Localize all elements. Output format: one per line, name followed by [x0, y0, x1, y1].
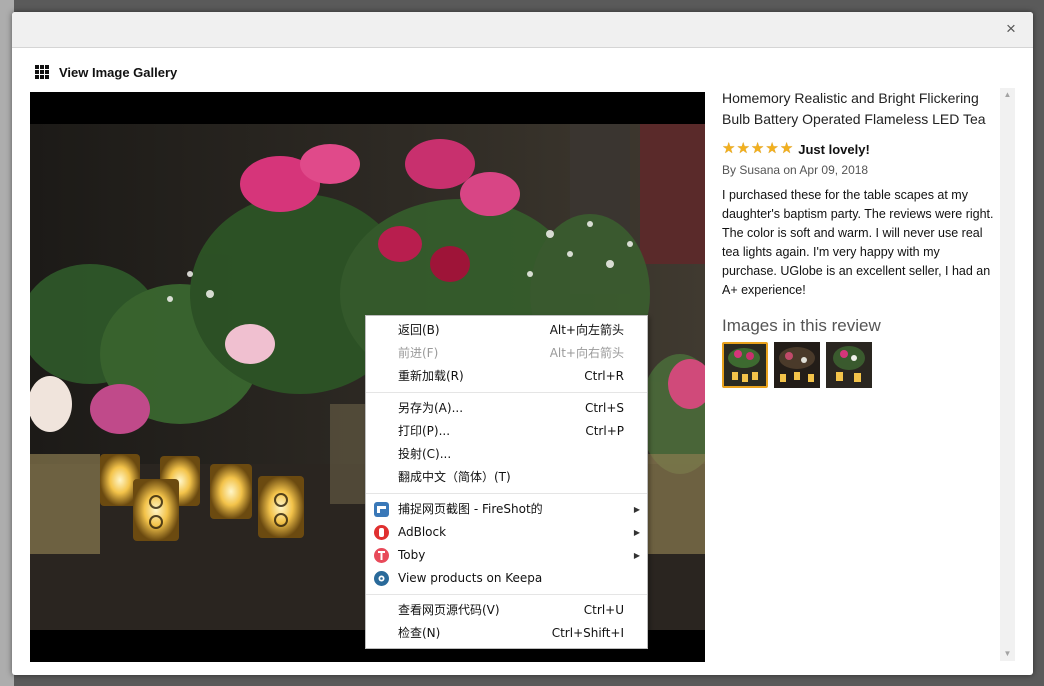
menu-item-save-as[interactable]: 另存为(A)... Ctrl+S — [366, 397, 647, 420]
review-thumbnails — [722, 342, 997, 388]
menu-shortcut: Ctrl+R — [584, 369, 624, 383]
browser-context-menu: 返回(B) Alt+向左箭头 前进(F) Alt+向右箭头 重新加载(R) Ct… — [365, 315, 648, 649]
menu-item-forward: 前进(F) Alt+向右箭头 — [366, 342, 647, 365]
close-button[interactable]: × — [1001, 18, 1021, 40]
menu-item-label: 捕捉网页截图 - FireShot的 — [398, 502, 543, 516]
panel-scrollbar[interactable]: ▲ ▼ — [1000, 88, 1015, 661]
menu-item-label: 投射(C)... — [398, 447, 452, 461]
menu-item-label: 返回(B) — [398, 323, 440, 337]
star-icon: ★ — [765, 140, 779, 157]
menu-item-label: 重新加载(R) — [398, 369, 464, 383]
menu-item-label: View products on Keepa — [398, 571, 543, 585]
star-icon: ★ — [779, 140, 794, 157]
menu-item-fireshot[interactable]: 捕捉网页截图 - FireShot的 ▶ — [366, 498, 647, 521]
gallery-title-label: View Image Gallery — [59, 64, 178, 80]
menu-shortcut: Alt+向左箭头 — [549, 323, 624, 337]
menu-item-print[interactable]: 打印(P)... Ctrl+P — [366, 420, 647, 443]
menu-item-label: 前进(F) — [398, 346, 439, 360]
menu-separator — [366, 392, 647, 393]
scroll-up-icon[interactable]: ▲ — [1000, 88, 1015, 102]
toby-icon — [374, 548, 389, 563]
modal-header: × — [12, 12, 1033, 48]
menu-item-reload[interactable]: 重新加载(R) Ctrl+R — [366, 365, 647, 388]
menu-shortcut: Ctrl+S — [584, 401, 624, 415]
review-byline: By Susana on Apr 09, 2018 — [722, 163, 869, 177]
menu-separator — [366, 493, 647, 494]
star-rating: ★ ★ ★ ★ ★ — [722, 141, 794, 157]
menu-item-adblock[interactable]: AdBlock ▶ — [366, 521, 647, 544]
menu-shortcut: Alt+向右箭头 — [549, 346, 624, 360]
images-in-review-heading: Images in this review — [722, 316, 881, 335]
review-header: ★ ★ ★ ★ ★ Just lovely! — [722, 141, 997, 157]
star-icon: ★ — [750, 140, 765, 157]
menu-shortcut: Ctrl+Shift+I — [551, 626, 624, 640]
menu-item-label: 查看网页源代码(V) — [398, 603, 500, 617]
menu-item-keepa[interactable]: View products on Keepa — [366, 567, 647, 590]
review-body: I purchased these for the table scapes a… — [722, 188, 994, 297]
menu-separator — [366, 594, 647, 595]
menu-shortcut: Ctrl+P — [585, 424, 624, 438]
menu-item-label: 翻成中文（简体）(T) — [398, 470, 511, 484]
menu-item-back[interactable]: 返回(B) Alt+向左箭头 — [366, 319, 647, 342]
chevron-right-icon: ▶ — [633, 505, 640, 514]
chevron-right-icon: ▶ — [633, 551, 640, 560]
menu-item-cast[interactable]: 投射(C)... — [366, 443, 647, 466]
review-title: Just lovely! — [798, 141, 870, 157]
scroll-down-icon[interactable]: ▼ — [1000, 647, 1015, 661]
grid-icon — [35, 65, 49, 79]
keepa-icon — [374, 571, 389, 586]
menu-shortcut: Ctrl+U — [583, 603, 624, 617]
gallery-title: View Image Gallery — [35, 64, 177, 80]
review-thumbnail[interactable] — [826, 342, 872, 388]
menu-item-view-source[interactable]: 查看网页源代码(V) Ctrl+U — [366, 599, 647, 622]
menu-item-label: 另存为(A)... — [398, 401, 464, 415]
chevron-right-icon: ▶ — [633, 528, 640, 537]
menu-item-label: AdBlock — [398, 525, 447, 539]
review-panel: Homemory Realistic and Bright Flickering… — [722, 88, 997, 388]
menu-item-label: Toby — [398, 548, 426, 562]
menu-item-label: 检查(N) — [398, 626, 441, 640]
menu-item-toby[interactable]: Toby ▶ — [366, 544, 647, 567]
fireshot-icon — [374, 502, 389, 517]
adblock-icon — [374, 525, 389, 540]
menu-item-translate[interactable]: 翻成中文（简体）(T) — [366, 466, 647, 489]
review-thumbnail[interactable] — [774, 342, 820, 388]
review-thumbnail[interactable] — [722, 342, 768, 388]
star-icon: ★ — [736, 140, 750, 157]
menu-item-label: 打印(P)... — [398, 424, 451, 438]
star-icon: ★ — [722, 140, 736, 157]
product-title[interactable]: Homemory Realistic and Bright Flickering… — [722, 88, 997, 129]
menu-item-inspect[interactable]: 检查(N) Ctrl+Shift+I — [366, 622, 647, 645]
